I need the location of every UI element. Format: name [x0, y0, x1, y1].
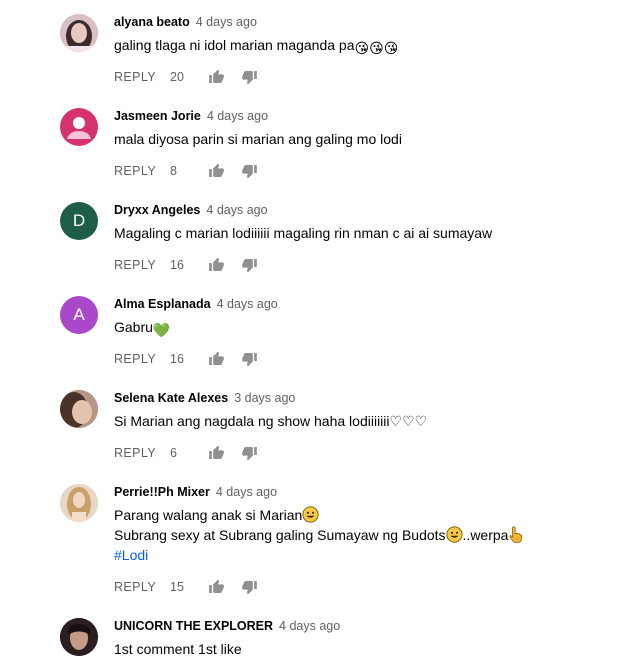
comment-author[interactable]: UNICORN THE EXPLORER: [114, 619, 273, 633]
reply-button[interactable]: REPLY: [114, 70, 170, 84]
thumbs-down-icon[interactable]: [241, 579, 258, 595]
thumbs-up-icon[interactable]: [208, 445, 225, 461]
avatar[interactable]: [60, 14, 98, 52]
like-count: 8: [170, 164, 177, 178]
comment-text: galing tlaga ni idol marian maganda pa😘😘…: [114, 37, 399, 56]
thumbs-up-icon[interactable]: [208, 163, 225, 179]
thumbs-down-icon[interactable]: [241, 257, 258, 273]
avatar-letter: D: [72, 211, 86, 230]
avatar[interactable]: A: [60, 296, 98, 334]
reply-button[interactable]: REPLY: [114, 352, 170, 366]
comment-author[interactable]: Dryxx Angeles: [114, 203, 200, 217]
comment-text: mala diyosa parin si marian ang galing m…: [114, 131, 402, 147]
comment-author[interactable]: alyana beato: [114, 15, 190, 29]
comment-author[interactable]: Perrie!!Ph Mixer: [114, 485, 210, 499]
comment-author[interactable]: Jasmeen Jorie: [114, 109, 201, 123]
comment-time[interactable]: 4 days ago: [216, 485, 277, 499]
reply-button[interactable]: REPLY: [114, 258, 170, 272]
comment-text: Parang walang anak si Marian Subrang sex…: [114, 505, 523, 565]
avatar[interactable]: [60, 390, 98, 428]
avatar-photo-icon: [60, 484, 98, 522]
avatar[interactable]: [60, 484, 98, 522]
like-count: 16: [170, 352, 184, 366]
pointing-hand-icon: [509, 526, 523, 543]
avatar[interactable]: [60, 108, 98, 146]
avatar-photo-icon: [60, 618, 98, 656]
thumbs-down-icon[interactable]: [241, 163, 258, 179]
thumbs-down-icon[interactable]: [241, 445, 258, 461]
like-count: 16: [170, 258, 184, 272]
smile-emoji-icon: [445, 526, 463, 543]
comment-author[interactable]: Alma Esplanada: [114, 297, 211, 311]
like-count: 20: [170, 70, 184, 84]
like-count: 15: [170, 580, 184, 594]
avatar[interactable]: D: [60, 202, 98, 240]
avatar-letter: A: [73, 305, 85, 324]
thumbs-up-icon[interactable]: [208, 579, 225, 595]
user-icon: [67, 117, 91, 139]
avatar-photo-icon: [60, 14, 98, 52]
hashtag-link[interactable]: #Lodi: [114, 545, 523, 565]
comment-time[interactable]: 4 days ago: [217, 297, 278, 311]
comment-text: Gabru💚: [114, 319, 171, 338]
reply-button[interactable]: REPLY: [114, 446, 170, 460]
emoji: 😘😘😘: [354, 40, 399, 56]
thumbs-down-icon[interactable]: [241, 69, 258, 85]
reply-button[interactable]: REPLY: [114, 580, 170, 594]
reply-button[interactable]: REPLY: [114, 164, 170, 178]
like-count: 6: [170, 446, 177, 460]
comment-text: Magaling c marian lodiiiiii magaling rin…: [114, 225, 493, 241]
comment-text: 1st comment 1st like: [114, 641, 242, 657]
avatar-photo-icon: [60, 390, 98, 428]
comment-text: Si Marian ang nagdala ng show haha lodii…: [114, 413, 428, 429]
green-heart-emoji: 💚: [152, 322, 171, 338]
comment-time[interactable]: 4 days ago: [207, 109, 268, 123]
comment-time[interactable]: 3 days ago: [234, 391, 295, 405]
comment-time[interactable]: 4 days ago: [279, 619, 340, 633]
smile-emoji-icon: [302, 506, 319, 523]
avatar[interactable]: [60, 618, 98, 656]
comment-time[interactable]: 4 days ago: [196, 15, 257, 29]
thumbs-up-icon[interactable]: [208, 257, 225, 273]
thumbs-up-icon[interactable]: [208, 351, 225, 367]
comment-time[interactable]: 4 days ago: [206, 203, 267, 217]
thumbs-up-icon[interactable]: [208, 69, 225, 85]
comment-author[interactable]: Selena Kate Alexes: [114, 391, 228, 405]
thumbs-down-icon[interactable]: [241, 351, 258, 367]
